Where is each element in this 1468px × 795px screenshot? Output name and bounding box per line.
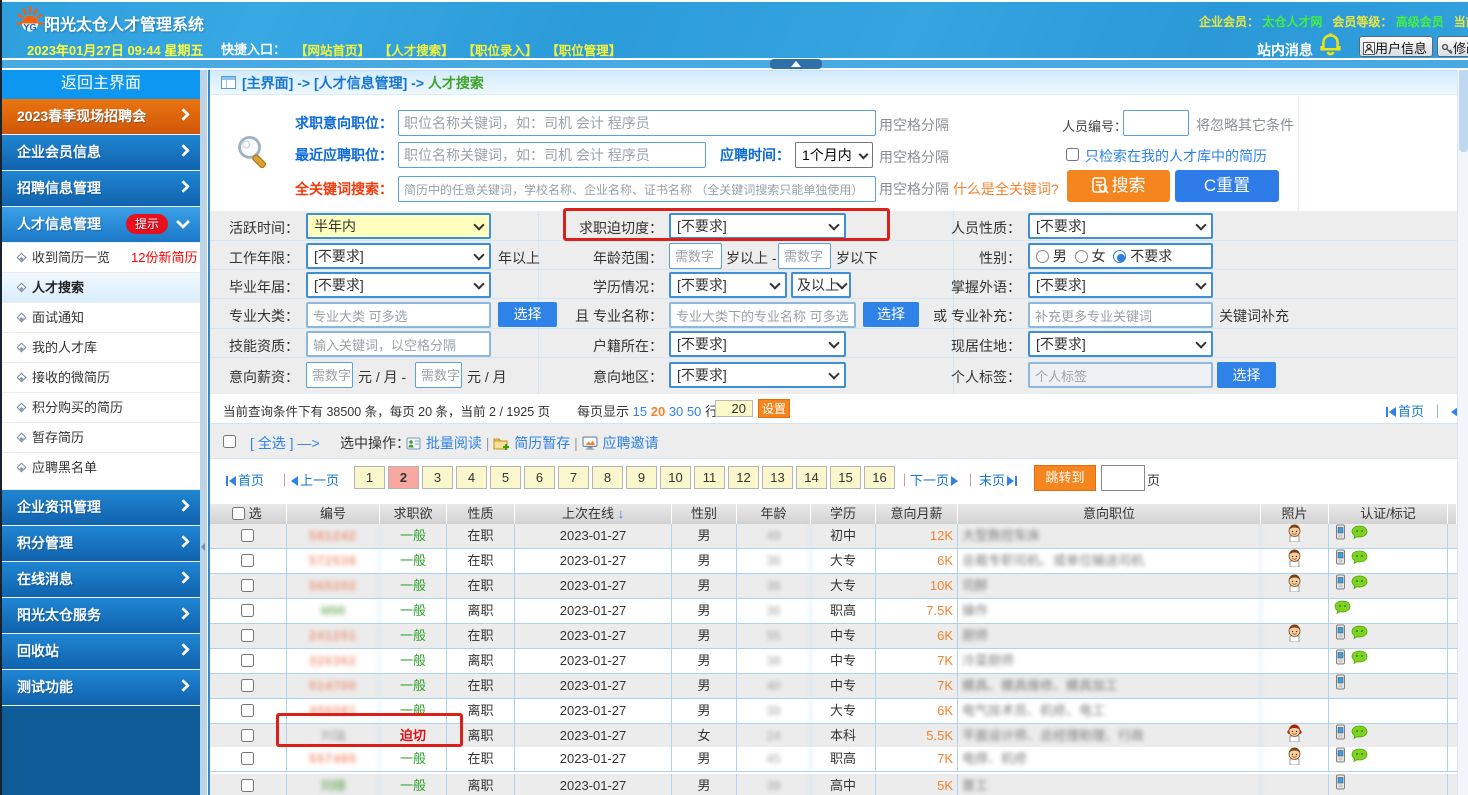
svg-text:YG: YG [23,23,36,33]
